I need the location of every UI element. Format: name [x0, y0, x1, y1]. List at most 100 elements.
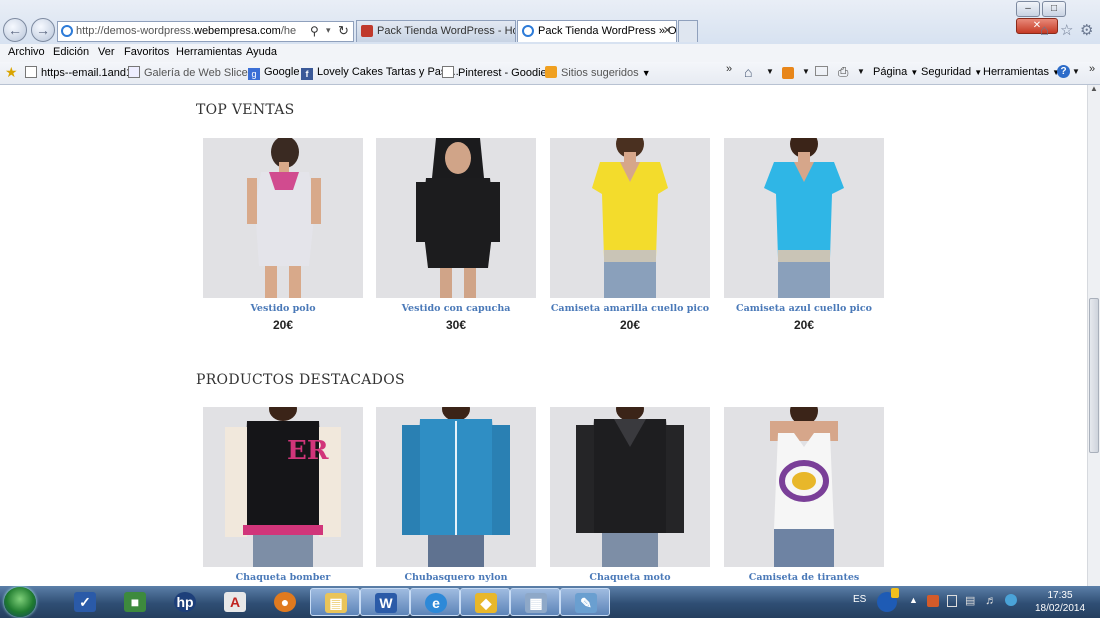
vertical-scrollbar[interactable]: ▲: [1087, 84, 1100, 586]
facebook-icon: f: [301, 68, 313, 80]
back-button[interactable]: ←: [3, 18, 27, 42]
volume-icon[interactable]: ♬: [985, 593, 997, 607]
taskbar-app-6[interactable]: ▤: [310, 588, 360, 616]
rss-icon[interactable]: [782, 67, 794, 79]
menu-ver[interactable]: Ver: [98, 46, 115, 58]
taskbar-app-9[interactable]: ◆: [460, 588, 510, 616]
chevron-down-icon[interactable]: ▼: [1072, 67, 1080, 76]
tab-label: Pack Tienda WordPress » O...: [538, 25, 677, 37]
product-image[interactable]: [724, 407, 884, 567]
close-window-icon[interactable]: ✕: [1016, 18, 1058, 34]
clock-time: 17:35: [1047, 590, 1073, 601]
favorites-icon[interactable]: ★: [5, 64, 18, 81]
more-chevron-icon[interactable]: »: [726, 63, 732, 75]
page-icon: [25, 66, 37, 78]
refresh-icon[interactable]: ↻: [338, 23, 349, 39]
menu-favoritos[interactable]: Favoritos: [124, 46, 169, 58]
fav-pinterest[interactable]: Pinterest - Goodies: [442, 66, 552, 79]
help-icon[interactable]: ?: [1057, 65, 1070, 78]
network-icon[interactable]: ▤: [965, 594, 975, 607]
language-indicator[interactable]: ES: [853, 594, 866, 605]
dropdown-icon[interactable]: ▾: [326, 25, 331, 36]
fav-label: Sitios sugeridos: [561, 67, 639, 79]
taskbar-app-1[interactable]: ✓: [60, 588, 110, 616]
product-name-link[interactable]: Camiseta azul cuello pico: [724, 303, 884, 314]
fav-google[interactable]: g Google: [248, 66, 299, 80]
product-image[interactable]: [550, 138, 710, 298]
favorites-bar: ★ https--email.1and1 Galería de Web Slic…: [0, 62, 1100, 85]
minimize-icon[interactable]: –: [1016, 1, 1040, 17]
product-price: 20€: [619, 318, 641, 332]
hp-icon: hp: [174, 592, 196, 612]
taskbar-app-10[interactable]: ▦: [510, 588, 560, 616]
product-name-link[interactable]: Camiseta de tirantes: [724, 572, 884, 583]
tray-app-icon[interactable]: [927, 595, 939, 607]
product-image[interactable]: [203, 138, 363, 298]
fav-suggested[interactable]: Sitios sugeridos ▼: [545, 66, 651, 79]
tab-inactive[interactable]: Pack Tienda WordPress - Hosti...: [356, 20, 516, 42]
product-name-link[interactable]: Chubasquero nylon: [376, 572, 536, 583]
product-image[interactable]: [376, 138, 536, 298]
address-bar[interactable]: http://demos-wordpress.webempresa.com/he…: [57, 21, 354, 42]
gear-icon[interactable]: ⚙: [1080, 21, 1093, 39]
taskbar-app-4[interactable]: A: [210, 588, 260, 616]
menu-bar: Archivo Edición Ver Favoritos Herramient…: [0, 44, 1100, 62]
taskbar-app-3[interactable]: hp: [160, 588, 210, 616]
show-hidden-icons-icon[interactable]: ▲: [909, 595, 918, 605]
chubasquero-illustration: [402, 407, 510, 567]
menu-pagina[interactable]: Página ▼: [873, 66, 918, 78]
taskbar-app-5[interactable]: ●: [260, 588, 310, 616]
scrollbar-thumb[interactable]: [1089, 298, 1099, 453]
menu-seguridad[interactable]: Seguridad ▼: [921, 66, 982, 78]
tab-active[interactable]: Pack Tienda WordPress » O... ✕: [517, 20, 677, 42]
taskbar-app-2[interactable]: ■: [110, 588, 160, 616]
mail-icon[interactable]: [815, 66, 828, 76]
chevron-down-icon[interactable]: ▼: [766, 67, 774, 76]
home-icon[interactable]: ⌂: [1040, 22, 1049, 39]
new-tab-button[interactable]: [678, 20, 698, 42]
fav-webslice[interactable]: Galería de Web Slice ▼: [128, 66, 260, 79]
product-card: Camiseta de tirantes: [724, 407, 884, 583]
product-name-link[interactable]: Camiseta amarilla cuello pico: [550, 303, 710, 314]
fav-label: Google: [264, 66, 300, 78]
shield-icon: ◆: [475, 593, 497, 613]
taskbar-app-11[interactable]: ✎: [560, 588, 610, 616]
favorites-star-icon[interactable]: ☆: [1060, 21, 1073, 39]
chevron-down-icon[interactable]: ▼: [857, 67, 865, 76]
product-image[interactable]: [376, 407, 536, 567]
menu-herramientas[interactable]: Herramientas: [176, 46, 242, 58]
paint-icon: ✎: [575, 593, 597, 613]
chaqueta-bomber-illustration: ER: [225, 407, 341, 567]
product-card: Camiseta azul cuello pico 20€: [724, 138, 884, 332]
close-tab-icon[interactable]: ✕: [663, 21, 672, 41]
fav-lovely-cakes[interactable]: f Lovely Cakes Tartas y Past...: [301, 66, 459, 80]
scroll-up-icon[interactable]: ▲: [1090, 84, 1098, 93]
product-name-link[interactable]: Chaqueta moto: [550, 572, 710, 583]
taskbar-app-7[interactable]: W: [360, 588, 410, 616]
clock[interactable]: 17:35 18/02/2014: [1030, 589, 1090, 615]
update-icon[interactable]: [1005, 594, 1017, 606]
fav-email[interactable]: https--email.1and1: [25, 66, 132, 79]
search-icon[interactable]: ⚲: [310, 24, 319, 38]
print-icon[interactable]: ⎙: [838, 64, 848, 80]
taskbar-app-8[interactable]: e: [410, 588, 460, 616]
menu-herramientas-cmd[interactable]: Herramientas ▼: [983, 66, 1060, 78]
warning-icon: [891, 588, 899, 598]
menu-ayuda[interactable]: Ayuda: [246, 46, 277, 58]
fav-label: Lovely Cakes Tartas y Past...: [317, 66, 459, 78]
menu-archivo[interactable]: Archivo: [8, 46, 45, 58]
product-name-link[interactable]: Chaqueta bomber: [203, 572, 363, 583]
forward-button[interactable]: →: [31, 18, 55, 42]
product-image[interactable]: ER: [203, 407, 363, 567]
home-icon[interactable]: ⌂: [744, 64, 752, 80]
maximize-icon[interactable]: □: [1042, 1, 1066, 17]
start-button[interactable]: [4, 587, 36, 617]
chevron-down-icon[interactable]: ▼: [802, 67, 810, 76]
product-name-link[interactable]: Vestido polo: [203, 303, 363, 314]
more-chevron-icon[interactable]: »: [1089, 63, 1095, 75]
menu-edicion[interactable]: Edición: [53, 46, 89, 58]
product-image[interactable]: [550, 407, 710, 567]
product-image[interactable]: [724, 138, 884, 298]
product-name-link[interactable]: Vestido con capucha: [376, 303, 536, 314]
device-icon[interactable]: [947, 595, 957, 607]
